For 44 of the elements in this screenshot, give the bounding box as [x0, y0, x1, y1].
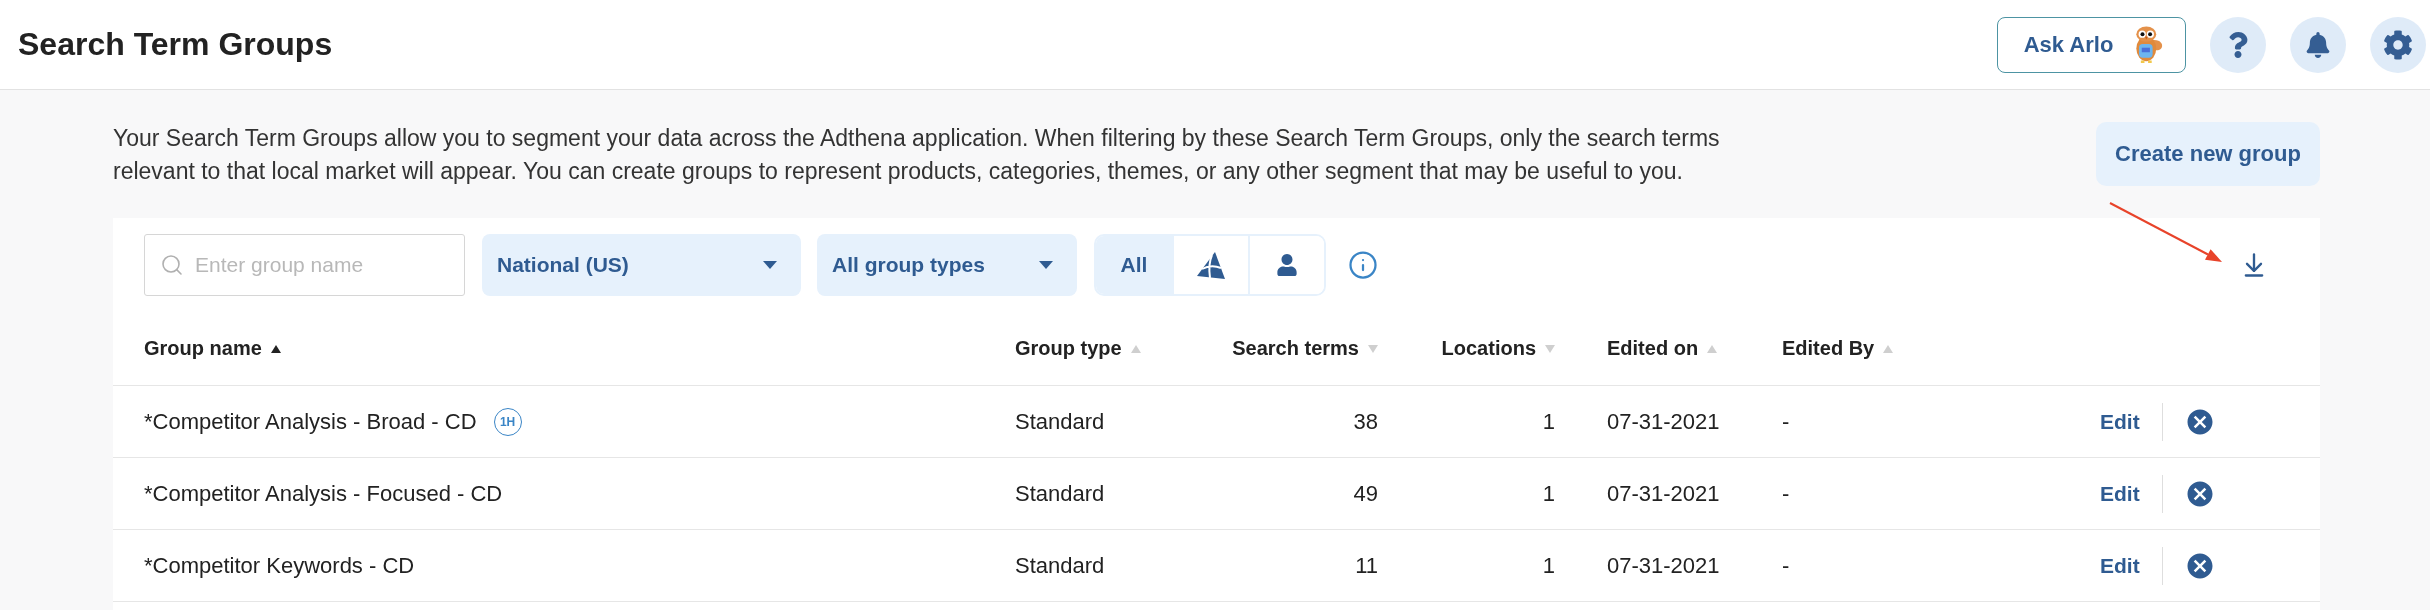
settings-icon [2383, 29, 2413, 60]
info-icon[interactable] [1348, 250, 1378, 280]
table-cell: - [1782, 552, 1790, 579]
table-cell: 1 [1542, 480, 1555, 507]
column-header[interactable]: Search terms [1232, 337, 1378, 360]
bell-icon [2305, 31, 2331, 58]
table-cell: Standard [1015, 480, 1105, 507]
column-header[interactable]: Locations [1441, 337, 1555, 360]
table-cell: 49 [1353, 480, 1378, 507]
table-cell: 11 [1355, 552, 1378, 579]
table-cell: 1 [1542, 552, 1555, 579]
table-cell: - [1782, 480, 1790, 507]
table-cell: Standard [1015, 552, 1105, 579]
column-header[interactable]: Group type [1015, 337, 1141, 360]
column-header[interactable]: Group name [144, 337, 281, 360]
market-dropdown[interactable]: National (US) [482, 234, 801, 296]
search-field[interactable]: Enter group name [144, 234, 465, 296]
table-cell: 38 [1353, 408, 1378, 435]
table-cell: - [1782, 408, 1790, 435]
edit-link[interactable]: Edit [2100, 553, 2140, 578]
column-header[interactable]: Edited on [1607, 337, 1718, 360]
ask-arlo-button[interactable]: Ask Arlo [1997, 16, 2186, 73]
search-icon [160, 253, 184, 277]
table-cell: 07-31-2021 [1607, 480, 1720, 507]
view-toggle-button[interactable]: All [1096, 236, 1172, 294]
table-cell: 07-31-2021 [1607, 408, 1720, 435]
column-header[interactable]: Edited By [1782, 337, 1894, 360]
pyramid-icon [1197, 251, 1225, 279]
group-type-dropdown[interactable]: All group types [817, 234, 1077, 296]
person-icon [1276, 254, 1298, 276]
caret-icon [763, 261, 777, 269]
group-name: *Competitor Analysis - Focused - CD [144, 480, 503, 507]
table-cell: 07-31-2021 [1607, 552, 1720, 579]
view-toggle-button[interactable] [1248, 236, 1324, 294]
edit-link[interactable]: Edit [2100, 481, 2140, 506]
caret-icon [1039, 261, 1053, 269]
page-title: Search Term Groups [18, 26, 333, 63]
group-name: *Competitor Keywords - CD [144, 552, 415, 579]
table-cell: 1 [1542, 408, 1555, 435]
create-group-button[interactable]: Create new group [2096, 122, 2320, 186]
group-name: *Competitor Analysis - Broad - CD [144, 408, 477, 435]
table-cell: Standard [1015, 408, 1105, 435]
edit-link[interactable]: Edit [2100, 409, 2140, 434]
description-text: Your Search Term Groups allow you to segment your data across the Adthena application. When filtering by these Search Term Groups, only the search terms relevant to that local market will appear. You can create groups to represent products, categories, themes, or any other segment that may be useful to you. [113, 124, 1721, 186]
